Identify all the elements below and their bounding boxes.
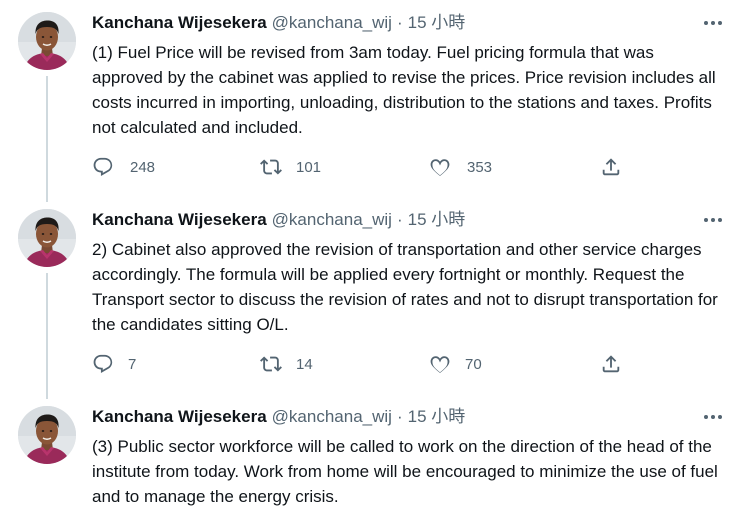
tweet-header: Kanchana Wijesekera @kanchana_wij · 15 小… [92,209,465,231]
retweet-count: 14 [296,355,313,373]
heart-icon [429,156,451,178]
thread-connector-line [46,273,48,399]
tweet-timestamp[interactable]: 15 小時 [408,12,466,34]
author-handle[interactable]: @kanchana_wij [272,406,392,428]
more-options-button[interactable] [702,14,724,32]
avatar[interactable] [18,209,76,267]
more-horizontal-icon [702,211,724,229]
like-button[interactable]: 353 [429,154,492,180]
retweet-button[interactable]: 14 [260,351,313,377]
tweet-text: (3) Public sector workforce will be call… [92,437,718,506]
avatar[interactable] [18,12,76,70]
more-horizontal-icon [702,14,724,32]
like-count: 353 [467,158,493,176]
tweet-header: Kanchana Wijesekera @kanchana_wij · 15 小… [92,406,465,428]
author-name[interactable]: Kanchana Wijesekera [92,209,267,231]
avatar-photo-icon [18,12,76,70]
header-separator: · [396,13,403,32]
share-button[interactable] [600,154,622,180]
heart-icon [429,353,451,375]
author-name[interactable]: Kanchana Wijesekera [92,406,267,428]
author-name[interactable]: Kanchana Wijesekera [92,12,267,34]
more-options-button[interactable] [702,408,724,426]
tweet-text: 2) Cabinet also approved the revision of… [92,240,718,334]
avatar-photo-icon [18,209,76,267]
reply-icon [92,353,114,375]
retweet-button[interactable]: 101 [260,154,321,180]
tweet-timestamp[interactable]: 15 小時 [408,209,466,231]
tweet-header: Kanchana Wijesekera @kanchana_wij · 15 小… [92,12,465,34]
reply-button[interactable]: 248 [92,154,155,180]
retweet-icon [260,353,282,375]
reply-count: 248 [130,158,156,176]
more-horizontal-icon [702,408,724,426]
thread-connector-line [46,76,48,202]
avatar-photo-icon [18,406,76,464]
tweet-text: (1) Fuel Price will be revised from 3am … [92,43,716,137]
like-count: 70 [465,355,482,373]
tweet-actions: 248 101 353 [92,154,632,180]
share-icon [600,156,622,178]
tweet-actions: 7 14 70 [92,351,632,377]
tweet-thread: Kanchana Wijesekera @kanchana_wij · 15 小… [0,0,738,510]
retweet-icon [260,156,282,178]
retweet-count: 101 [296,158,322,176]
share-icon [600,353,622,375]
share-button[interactable] [600,351,622,377]
more-options-button[interactable] [702,211,724,229]
reply-button[interactable]: 7 [92,351,136,377]
author-handle[interactable]: @kanchana_wij [272,12,392,34]
author-handle[interactable]: @kanchana_wij [272,209,392,231]
tweet-timestamp[interactable]: 15 小時 [408,406,466,428]
header-separator: · [396,407,403,426]
reply-icon [92,156,114,178]
header-separator: · [396,210,403,229]
reply-count: 7 [128,355,137,373]
avatar[interactable] [18,406,76,464]
like-button[interactable]: 70 [429,351,482,377]
